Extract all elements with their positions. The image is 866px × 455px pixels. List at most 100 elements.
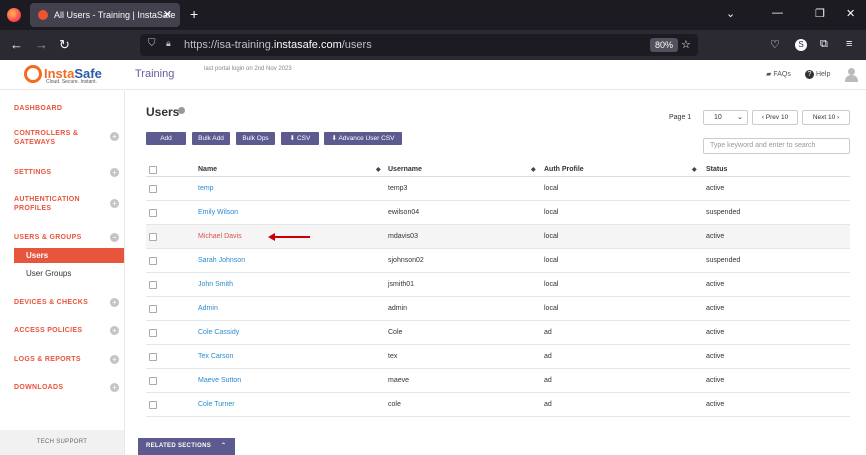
per-page-select[interactable]: 10 ⌄ — [703, 110, 748, 125]
close-window-icon[interactable]: ✕ — [846, 7, 855, 20]
expand-plus-icon[interactable]: + — [110, 326, 119, 335]
url-bar[interactable]: ⛉ 🔒︎ https://isa-training. instasafe.com /… — [140, 34, 698, 56]
help-link[interactable]: ? Help — [805, 70, 830, 79]
column-header-auth-profile[interactable]: Auth Profile — [544, 163, 584, 177]
row-checkbox[interactable] — [149, 185, 157, 193]
expand-plus-icon[interactable]: + — [110, 298, 119, 307]
bulk-add-button[interactable]: Bulk Add — [192, 132, 230, 145]
column-header-username[interactable]: Username — [388, 163, 422, 177]
browser-tab[interactable]: All Users - Training | InstaSafe ✕ — [30, 3, 180, 27]
row-checkbox[interactable] — [149, 353, 157, 361]
pocket-icon[interactable]: ♡ — [770, 38, 780, 51]
user-name-link[interactable]: Maeve Sutton — [198, 369, 241, 393]
user-avatar-icon[interactable] — [845, 68, 858, 82]
user-name-link[interactable]: Tex Carson — [198, 345, 233, 369]
reload-icon[interactable]: ↻ — [59, 37, 70, 53]
user-name-link[interactable]: Sarah Johnson — [198, 249, 245, 273]
add-button[interactable]: Add — [146, 132, 186, 145]
table-row[interactable]: Tex Carson tex ad active — [146, 345, 850, 369]
faqs-label: FAQs — [773, 71, 791, 78]
row-checkbox[interactable] — [149, 209, 157, 217]
table-row[interactable]: Admin admin local active — [146, 297, 850, 321]
sidebar-item-settings[interactable]: SETTINGS — [14, 168, 51, 177]
sidebar-item-user-groups[interactable]: User Groups — [14, 266, 124, 281]
menu-icon[interactable]: ≡ — [846, 38, 852, 50]
collapse-minus-icon[interactable]: − — [110, 233, 119, 242]
expand-plus-icon[interactable]: + — [110, 383, 119, 392]
expand-plus-icon[interactable]: + — [110, 168, 119, 177]
user-name-link[interactable]: Cole Cassidy — [198, 321, 239, 345]
forward-icon[interactable]: → — [35, 37, 48, 52]
row-checkbox[interactable] — [149, 329, 157, 337]
tab-list-chevron-icon[interactable]: ⌄ — [726, 7, 735, 20]
sidebar-item-devices[interactable]: DEVICES & CHECKS — [14, 298, 88, 307]
lock-icon: 🔒︎ — [166, 38, 171, 48]
table-row[interactable]: Sarah Johnson sjohnson02 local suspended — [146, 249, 850, 273]
user-name-link[interactable]: Emily Wilson — [198, 201, 238, 225]
sort-icon[interactable]: ◆ — [376, 166, 381, 173]
related-sections-toggle[interactable]: RELATED SECTIONS ⌃ — [138, 438, 235, 455]
sidebar-item-users[interactable]: Users — [14, 248, 124, 263]
instasafe-logo[interactable]: InstaSafe Cloud. Secure. Instant. — [24, 65, 102, 85]
new-tab-button[interactable]: + — [190, 6, 198, 22]
sidebar-item-downloads[interactable]: DOWNLOADS — [14, 383, 63, 392]
sidebar-item-dashboard[interactable]: DASHBOARD — [14, 104, 62, 113]
faqs-link[interactable]: ▰ FAQs — [766, 70, 791, 78]
table-header: Name ◆ Username ◆ Auth Profile ◆ Status — [146, 163, 850, 177]
select-all-checkbox[interactable] — [149, 166, 157, 174]
column-header-status[interactable]: Status — [706, 163, 727, 177]
prev-page-button[interactable]: ‹ Prev 10 — [752, 110, 798, 125]
table-row[interactable]: Cole Cassidy Cole ad active — [146, 321, 850, 345]
extensions-icon[interactable]: ⧉ — [820, 38, 828, 51]
main-content: Users Add Bulk Add Bulk Ops ⬇ CSV ⬇ Adva… — [125, 91, 866, 455]
table-row[interactable]: John Smith jsmith01 local active — [146, 273, 850, 297]
download-icon: ⬇ — [331, 135, 337, 142]
row-checkbox[interactable] — [149, 401, 157, 409]
auth-profile-cell: local — [544, 185, 559, 192]
user-name-link[interactable]: temp — [198, 177, 214, 201]
sort-icon[interactable]: ◆ — [692, 166, 697, 173]
column-header-name[interactable]: Name — [198, 163, 217, 177]
row-checkbox[interactable] — [149, 257, 157, 265]
table-row[interactable]: Cole Turner cole ad active — [146, 393, 850, 417]
table-row[interactable]: Michael Davis mdavis03 local active — [146, 225, 850, 249]
next-page-button[interactable]: Next 10 › — [802, 110, 850, 125]
status-cell: active — [706, 401, 725, 408]
close-tab-icon[interactable]: ✕ — [163, 8, 172, 21]
table-row[interactable]: Emily Wilson ewilson04 local suspended — [146, 201, 850, 225]
sidebar-item-authentication[interactable]: AUTHENTICATION PROFILES — [14, 195, 94, 213]
sidebar-item-controllers[interactable]: CONTROLLERS & GATEWAYS — [14, 129, 94, 147]
table-row[interactable]: Maeve Sutton maeve ad active — [146, 369, 850, 393]
sidebar-item-logs[interactable]: LOGS & REPORTS — [14, 355, 81, 364]
tech-support-link[interactable]: TECH SUPPORT — [0, 430, 124, 455]
minimize-icon[interactable]: — — [772, 7, 783, 19]
row-checkbox[interactable] — [149, 305, 157, 313]
csv-label: CSV — [296, 135, 311, 142]
bulk-ops-button[interactable]: Bulk Ops — [236, 132, 275, 145]
info-icon[interactable] — [178, 107, 185, 114]
zoom-level[interactable]: 80% — [650, 38, 679, 52]
chat-icon: ▰ — [766, 71, 772, 78]
restore-icon[interactable]: ❐ — [815, 7, 825, 20]
sort-icon[interactable]: ◆ — [531, 166, 536, 173]
row-checkbox[interactable] — [149, 377, 157, 385]
row-checkbox[interactable] — [149, 233, 157, 241]
user-name-link[interactable]: Cole Turner — [198, 393, 235, 417]
user-name-link[interactable]: Admin — [198, 297, 218, 321]
back-icon[interactable]: ← — [10, 37, 23, 52]
expand-plus-icon[interactable]: + — [110, 199, 119, 208]
user-name-link[interactable]: Michael Davis — [198, 225, 242, 249]
table-row[interactable]: temp temp3 local active — [146, 177, 850, 201]
user-name-link[interactable]: John Smith — [198, 273, 233, 297]
auth-profile-cell: local — [544, 209, 559, 216]
profile-avatar[interactable]: S — [795, 39, 807, 51]
csv-button[interactable]: ⬇ CSV — [281, 132, 319, 145]
expand-plus-icon[interactable]: + — [110, 355, 119, 364]
expand-plus-icon[interactable]: + — [110, 132, 119, 141]
sidebar-item-access-policies[interactable]: ACCESS POLICIES — [14, 326, 82, 335]
search-input[interactable]: Type keyword and enter to search — [703, 138, 850, 154]
bookmark-star-icon[interactable]: ☆ — [681, 38, 691, 51]
row-checkbox[interactable] — [149, 281, 157, 289]
advance-csv-button[interactable]: ⬇ Advance User CSV — [324, 132, 402, 145]
sidebar-item-users-groups[interactable]: USERS & GROUPS — [14, 233, 82, 242]
